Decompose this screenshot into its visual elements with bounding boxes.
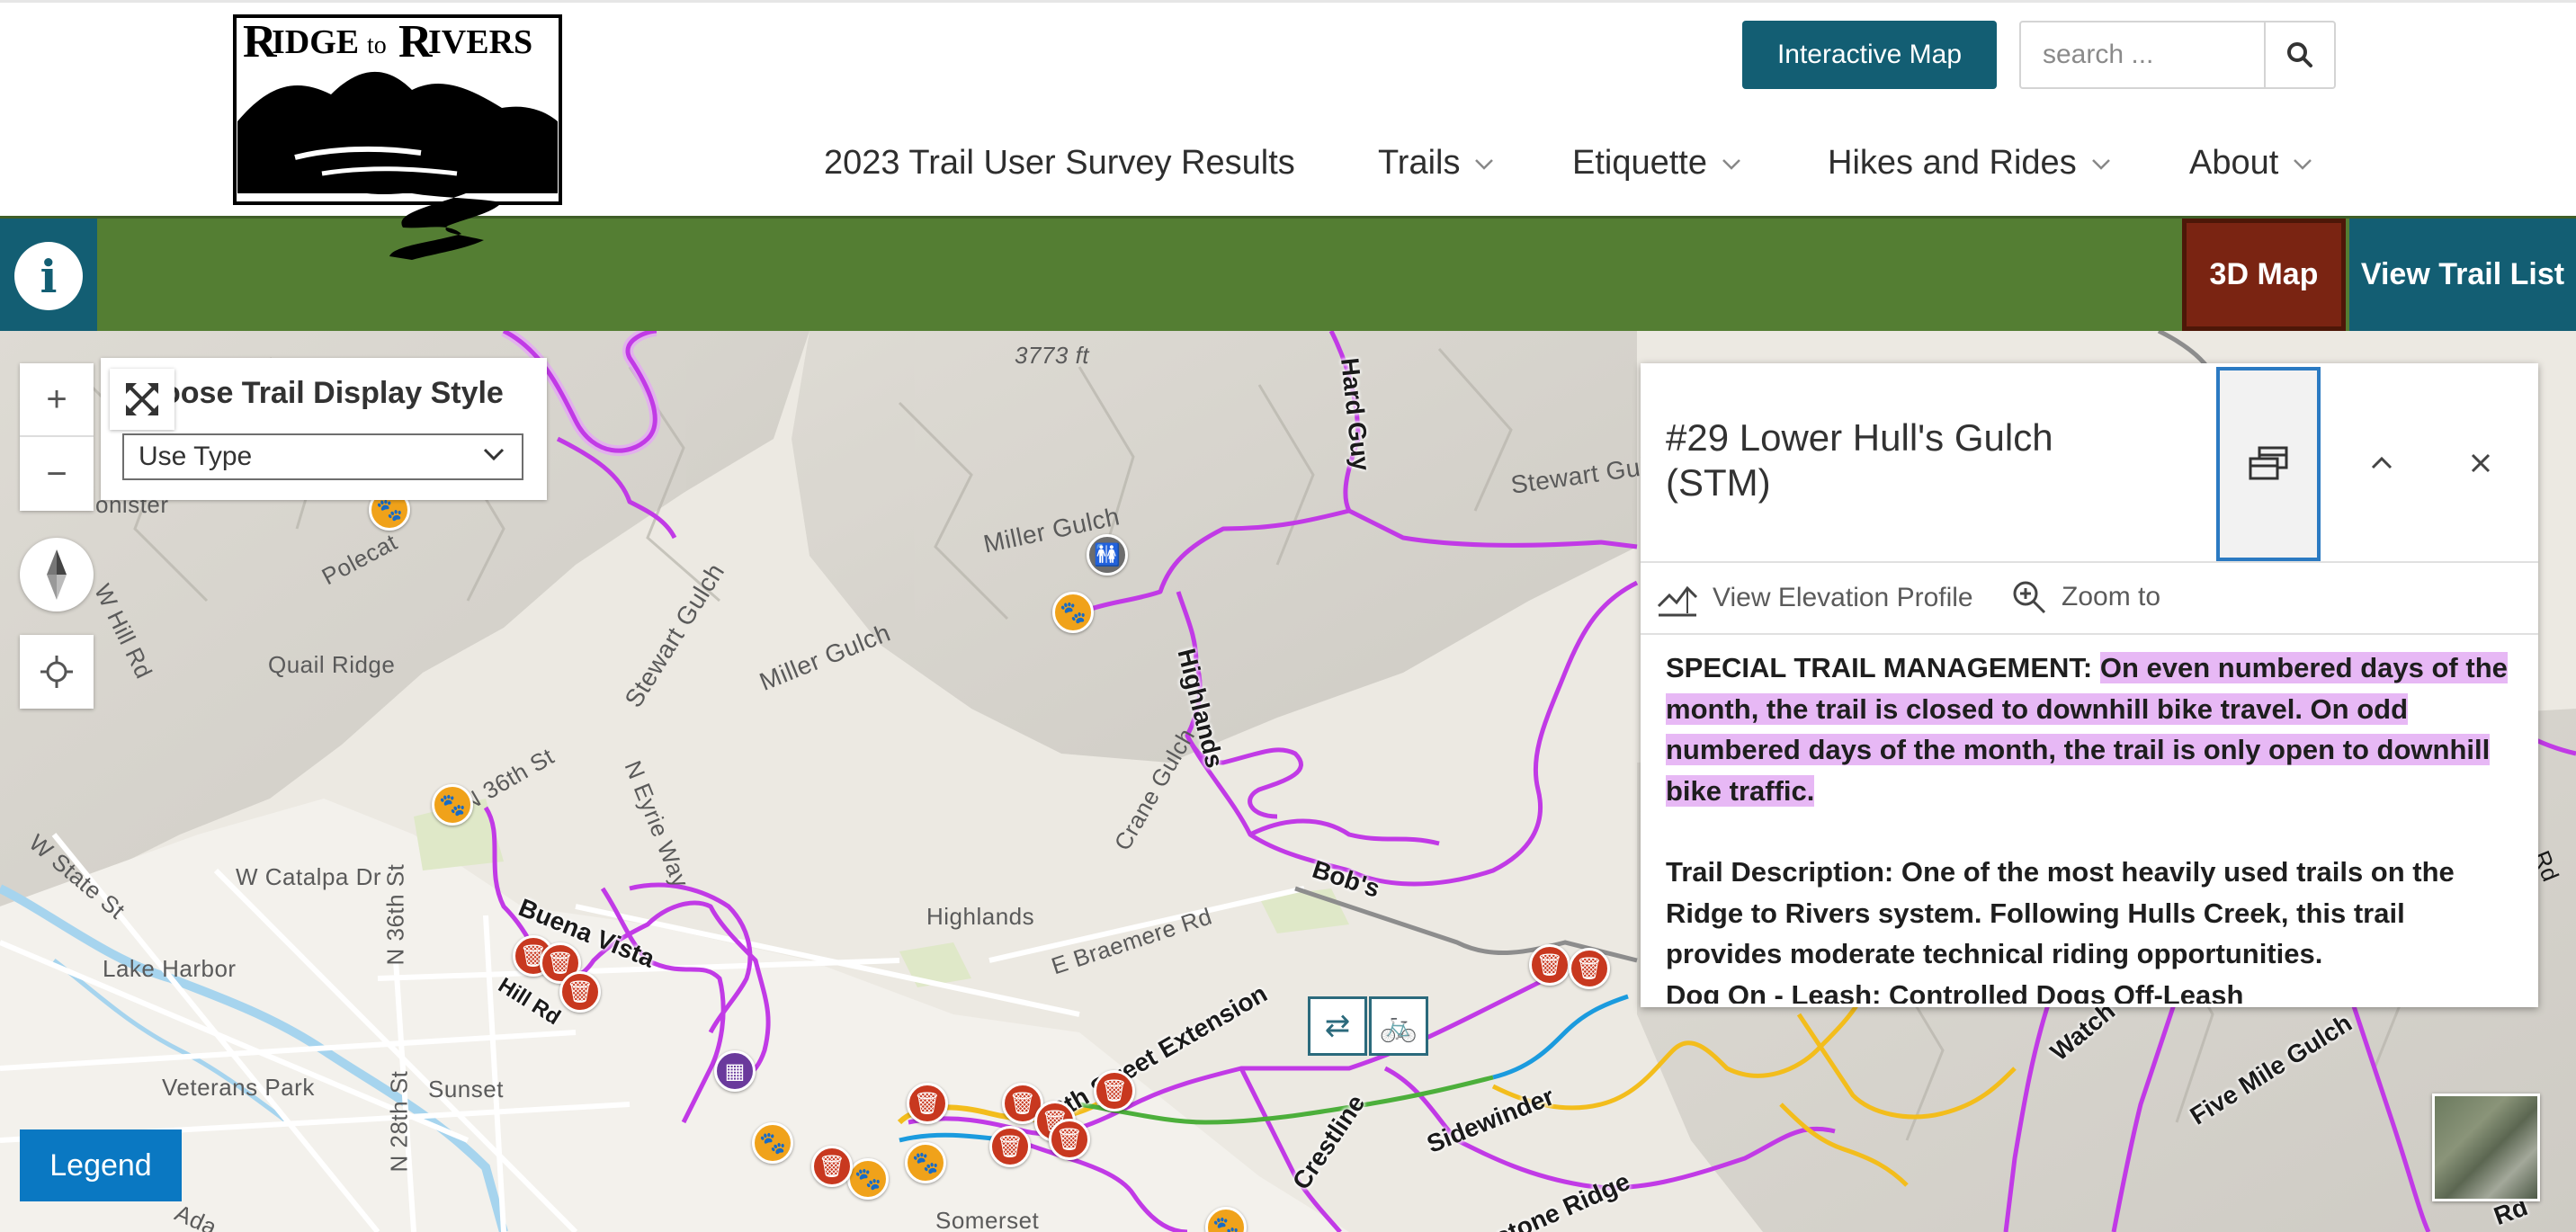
nav-etiquette[interactable]: Etiquette [1572,138,1741,188]
popup-header: #29 Lower Hull's Gulch (STM) [1641,363,2538,563]
trash-marker[interactable]: 🗑 [989,1126,1031,1167]
street-label: N 28th St [385,1070,413,1173]
dog-park-marker[interactable]: 🐾 [905,1142,946,1183]
chevron-down-icon [483,448,505,461]
trail-info-popup: #29 Lower Hull's Gulch (STM) View Elevat… [1641,363,2538,1007]
nav-trails[interactable]: Trails [1378,138,1494,188]
nav-about[interactable]: About [2189,138,2312,188]
site-header: R IDGE to R IVERS Interactive Map 2023 T… [0,0,2576,260]
logo-graphic: R IDGE to R IVERS [233,14,562,260]
street-label: N 36th St [381,863,409,966]
compass-icon [47,549,67,600]
nav-survey-results[interactable]: 2023 Trail User Survey Results [824,138,1295,188]
zoom-in-button[interactable]: + [20,363,94,437]
trash-marker[interactable]: 🗑 [1569,948,1610,989]
search-icon [2287,42,2312,67]
ridge-to-rivers-logo[interactable]: R IDGE to R IVERS [232,13,567,260]
place-label: Veterans Park [162,1074,315,1101]
trash-marker[interactable]: 🗑 [1049,1119,1090,1160]
nav-hikes-and-rides[interactable]: Hikes and Rides [1828,138,2111,188]
popup-actions: View Elevation Profile Zoom to [1641,563,2538,635]
place-label: Lake Harbor [103,955,237,982]
place-label: Somerset [935,1207,1040,1232]
expand-button[interactable] [110,369,174,430]
locate-button[interactable] [20,635,94,709]
svg-text:IVERS: IVERS [428,23,532,61]
nav-label: Trails [1378,143,1461,182]
street-label: W Catalpa Dr [236,863,382,890]
basemap-toggle[interactable] [2432,1094,2540,1201]
dog-park-marker[interactable]: 🐾 [847,1158,889,1200]
chevron-up-icon [2371,456,2393,469]
view-trail-list-button[interactable]: View Trail List [2349,219,2576,331]
trail-map[interactable]: 3773 ft Miller Gulch Miller Gulch Stewar… [0,331,2576,1232]
restroom-marker[interactable]: 🚻 [1087,534,1128,576]
elevation-label: View Elevation Profile [1713,583,1973,612]
interactive-map-button[interactable]: Interactive Map [1742,21,1997,89]
dog-park-marker[interactable]: 🐾 [1052,592,1094,633]
place-label: Highlands [926,903,1035,930]
nav-label: 2023 Trail User Survey Results [824,143,1295,182]
place-label: Sunset [428,1076,504,1103]
popup-title: #29 Lower Hull's Gulch (STM) [1666,416,2053,504]
chevron-down-icon [2091,159,2110,170]
zoom-to-button[interactable]: Zoom to [2011,579,2160,615]
chevron-down-icon [2294,159,2312,170]
close-icon [2471,453,2491,473]
trash-marker[interactable]: 🗑 [559,971,601,1013]
trash-marker[interactable]: 🗑 [907,1083,948,1124]
display-style-select[interactable]: Use Type [122,433,523,480]
zoom-control: + − [20,363,94,511]
elevation-label: 3773 ft [1015,342,1090,369]
chevron-down-icon [1475,159,1494,170]
dog-park-marker[interactable]: 🐾 [432,784,473,826]
dog-park-marker[interactable]: 🐾 [752,1122,793,1164]
elevation-profile-icon [1657,585,1698,617]
special-management-label: SPECIAL TRAIL MANAGEMENT: [1666,652,2093,683]
dock-icon [2249,446,2288,480]
close-popup-button[interactable] [2436,367,2526,559]
expand-icon [126,383,158,415]
popup-content: SPECIAL TRAIL MANAGEMENT: On even number… [1666,647,2515,1004]
search-button[interactable] [2264,22,2334,87]
compass-button[interactable] [20,538,94,612]
info-icon: i [14,242,83,310]
shelter-marker[interactable]: ▦ [714,1050,756,1092]
zoom-to-icon [2013,581,2046,614]
svg-text:IDGE: IDGE [272,23,359,61]
zoom-out-button[interactable]: − [20,437,94,511]
trail-description: Trail Description: One of the most heavi… [1666,856,2455,969]
locate-icon [40,656,73,688]
directional-trail-sign-icon[interactable]: ⇄ [1308,996,1367,1056]
nav-label: About [2189,143,2279,182]
dog-policy: Dog On - Leash: Controlled Dogs Off-Leas… [1666,978,2244,1004]
trash-marker[interactable]: 🗑 [1529,944,1570,986]
legend-button[interactable]: Legend [20,1129,182,1201]
nav-label: Hikes and Rides [1828,143,2077,182]
trail-display-style-panel: oose Trail Display Style Use Type [101,358,547,500]
search-box [2019,21,2336,89]
chevron-down-icon [1722,159,1740,170]
bike-trail-sign-icon[interactable]: 🚲 [1369,996,1428,1056]
place-label: Quail Ridge [268,651,396,678]
info-button[interactable]: i [0,219,97,334]
trail-display-style-title: oose Trail Display Style [162,376,504,410]
display-style-value: Use Type [139,442,253,471]
dock-popup-button[interactable] [2216,367,2321,561]
3d-map-button[interactable]: 3D Map [2182,219,2346,331]
svg-text:to: to [367,31,387,59]
collapse-popup-button[interactable] [2337,367,2427,559]
special-management-paragraph: SPECIAL TRAIL MANAGEMENT: On even number… [1666,647,2515,811]
zoom-to-label: Zoom to [2062,582,2161,612]
view-elevation-profile-button[interactable]: View Elevation Profile [1657,579,1973,617]
trash-marker[interactable]: 🗑 [1094,1070,1135,1111]
trash-marker[interactable]: 🗑 [811,1146,853,1187]
search-input[interactable] [2021,22,2264,87]
nav-label: Etiquette [1572,143,1707,182]
